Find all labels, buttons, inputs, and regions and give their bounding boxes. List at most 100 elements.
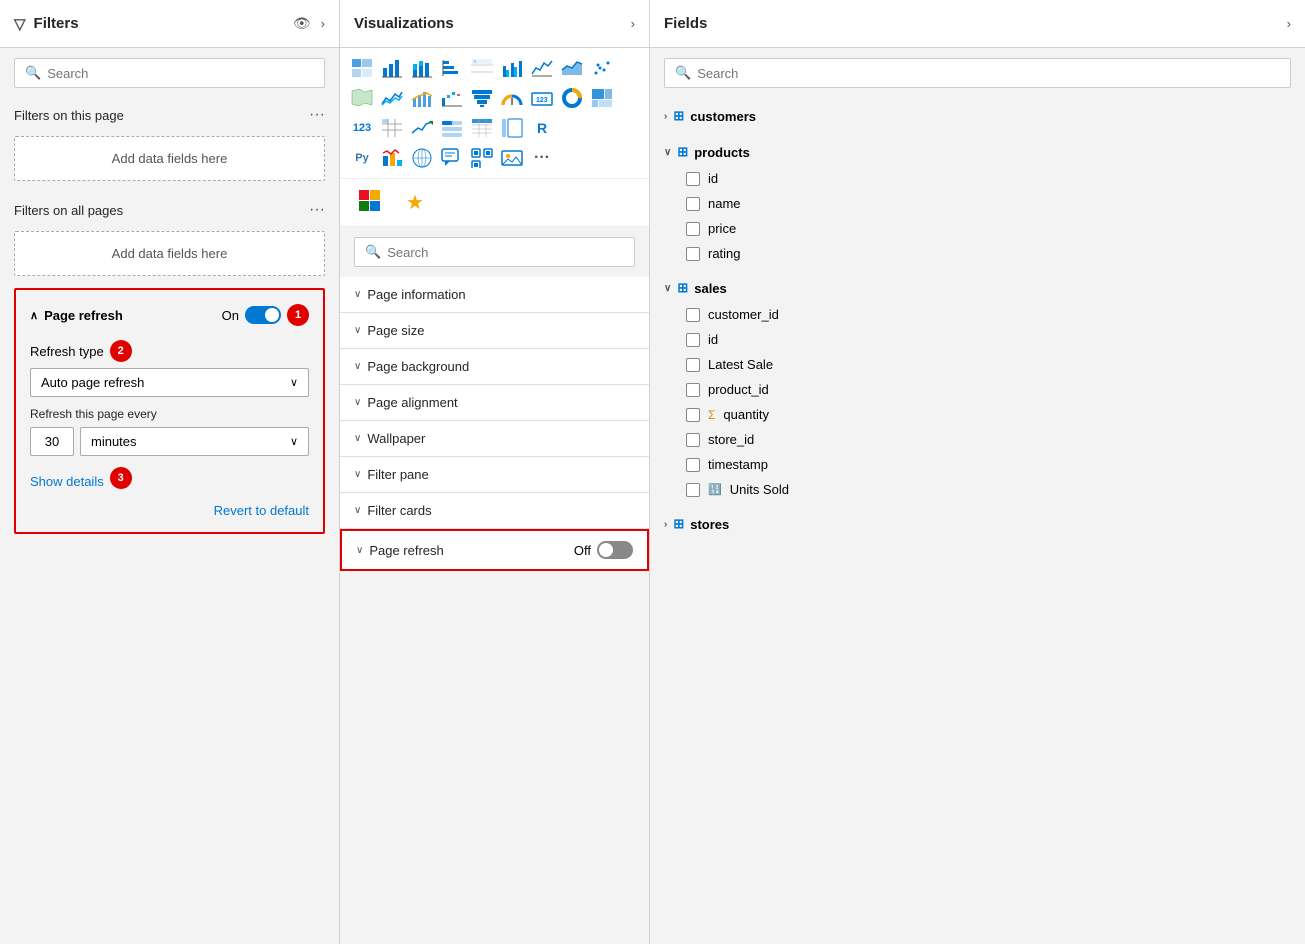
field-sales-customer-id-checkbox[interactable]	[686, 308, 700, 322]
viz-icon-bar[interactable]	[378, 54, 406, 82]
field-sales-latest-sale-checkbox[interactable]	[686, 358, 700, 372]
viz-icon-hbar[interactable]	[438, 54, 466, 82]
refresh-number-input[interactable]	[30, 427, 74, 456]
refresh-every-row: Refresh this page every minutes ∨	[30, 407, 309, 456]
field-sales-product-id-checkbox[interactable]	[686, 383, 700, 397]
field-sales-id[interactable]: id	[650, 327, 1305, 352]
field-sales-store-id[interactable]: store_id	[650, 427, 1305, 452]
field-products-id-checkbox[interactable]	[686, 172, 700, 186]
viz-icon-area[interactable]	[558, 54, 586, 82]
viz-search-input[interactable]	[387, 245, 624, 260]
viz-icon-donut[interactable]	[558, 84, 586, 112]
field-sales-customer-id[interactable]: customer_id	[650, 302, 1305, 327]
viz-icon-line-table[interactable]: ≡	[468, 54, 496, 82]
viz-icon-table2[interactable]	[468, 114, 496, 142]
format-section-page-align[interactable]: ∨ Page alignment	[340, 385, 649, 421]
field-sales-latest-sale[interactable]: Latest Sale	[650, 352, 1305, 377]
show-details-link[interactable]: Show details	[30, 474, 104, 489]
viz-icon-qr[interactable]	[468, 144, 496, 172]
viz-icon-python[interactable]: Py	[348, 144, 376, 172]
viz-icon-gauge[interactable]	[498, 84, 526, 112]
field-sales-units-sold-checkbox[interactable]	[686, 483, 700, 497]
viz-chevron-right-icon[interactable]: ›	[631, 16, 635, 31]
revert-to-default-link[interactable]: Revert to default	[30, 503, 309, 518]
viz-icon-chat[interactable]	[438, 144, 466, 172]
collapse-icon[interactable]: ∧	[30, 309, 38, 322]
viz-icon-line[interactable]	[528, 54, 556, 82]
viz-icon-table[interactable]	[348, 54, 376, 82]
refresh-type-select[interactable]: Auto page refresh ∨	[30, 368, 309, 397]
viz-icon-123[interactable]: 123	[348, 114, 376, 142]
chevron-right-stores-icon: ›	[664, 519, 667, 530]
field-sales-product-id[interactable]: product_id	[650, 377, 1305, 402]
page-refresh-viz-toggle-track[interactable]	[597, 541, 633, 559]
chevron-down-page-refresh-icon: ∨	[356, 545, 363, 556]
viz-icon-r[interactable]: R	[528, 114, 556, 142]
fields-search-box[interactable]: 🔍	[664, 58, 1291, 88]
viz-format-search[interactable]: 🔍	[354, 237, 635, 267]
viz-icon-stacked-bar[interactable]	[408, 54, 436, 82]
viz-icon-map[interactable]	[348, 84, 376, 112]
field-products-id[interactable]: id	[650, 166, 1305, 191]
viz-icon-combo[interactable]	[408, 84, 436, 112]
viz-icon-chart6[interactable]	[408, 144, 436, 172]
viz-icon-matrix2[interactable]	[498, 114, 526, 142]
field-products-name-checkbox[interactable]	[686, 197, 700, 211]
filters-on-all-drop[interactable]: Add data fields here	[14, 231, 325, 276]
dots-menu-icon[interactable]: ···	[309, 106, 325, 124]
field-sales-id-checkbox[interactable]	[686, 333, 700, 347]
format-section-page-info[interactable]: ∨ Page information	[340, 277, 649, 313]
field-products-price-checkbox[interactable]	[686, 222, 700, 236]
refresh-unit-select[interactable]: minutes ∨	[80, 427, 309, 456]
field-sales-quantity[interactable]: Σ quantity	[650, 402, 1305, 427]
format-section-page-refresh[interactable]: ∨ Page refresh Off	[340, 529, 649, 571]
fields-chevron-right-icon[interactable]: ›	[1287, 16, 1291, 31]
format-section-page-bg[interactable]: ∨ Page background	[340, 349, 649, 385]
page-refresh-viz-toggle[interactable]: Off	[574, 541, 633, 559]
field-sales-store-id-checkbox[interactable]	[686, 433, 700, 447]
viz-icon-clustered-bar[interactable]	[498, 54, 526, 82]
fields-group-products-header[interactable]: ∨ ⊞ products	[650, 138, 1305, 166]
chevron-down-filter-pane-icon: ∨	[354, 469, 361, 480]
viz-icon-matrix[interactable]	[378, 114, 406, 142]
format-section-wallpaper[interactable]: ∨ Wallpaper	[340, 421, 649, 457]
field-products-name[interactable]: name	[650, 191, 1305, 216]
viz-icon-funnel[interactable]	[468, 84, 496, 112]
fields-group-stores-header[interactable]: › ⊞ stores	[650, 510, 1305, 538]
format-section-page-refresh-label: ∨ Page refresh	[356, 543, 444, 558]
viz-tab-colorblocks[interactable]	[350, 185, 390, 220]
field-products-rating[interactable]: rating	[650, 241, 1305, 266]
field-products-price[interactable]: price	[650, 216, 1305, 241]
field-sales-timestamp[interactable]: timestamp	[650, 452, 1305, 477]
fields-group-customers-header[interactable]: › ⊞ customers	[650, 102, 1305, 130]
filters-search-box[interactable]: 🔍	[14, 58, 325, 88]
viz-icon-chart5[interactable]	[378, 144, 406, 172]
filters-search-input[interactable]	[47, 66, 314, 81]
chevron-right-icon[interactable]: ›	[321, 16, 325, 31]
viz-icon-line2[interactable]	[378, 84, 406, 112]
viz-icon-image[interactable]	[498, 144, 526, 172]
format-section-page-size[interactable]: ∨ Page size	[340, 313, 649, 349]
viz-icon-kpi[interactable]	[408, 114, 436, 142]
field-products-name-label: name	[708, 196, 741, 211]
field-sales-units-sold[interactable]: 🔢 Units Sold	[650, 477, 1305, 502]
fields-search-input[interactable]	[697, 66, 1280, 81]
field-products-rating-checkbox[interactable]	[686, 247, 700, 261]
viz-icon-more[interactable]: ···	[528, 144, 556, 172]
viz-icon-card[interactable]: 123	[528, 84, 556, 112]
field-sales-timestamp-checkbox[interactable]	[686, 458, 700, 472]
filters-on-page-drop[interactable]: Add data fields here	[14, 136, 325, 181]
fields-group-sales-header[interactable]: ∨ ⊞ sales	[650, 274, 1305, 302]
viz-icon-waterfall[interactable]	[438, 84, 466, 112]
viz-icon-scatter[interactable]	[588, 54, 616, 82]
dots-menu-all-icon[interactable]: ···	[309, 201, 325, 219]
format-section-filter-cards[interactable]: ∨ Filter cards	[340, 493, 649, 529]
viz-tab-star[interactable]: ★	[398, 186, 432, 219]
page-refresh-toggle[interactable]: On 1	[222, 304, 309, 326]
field-sales-quantity-checkbox[interactable]	[686, 408, 700, 422]
toggle-on-track[interactable]	[245, 306, 281, 324]
eye-icon[interactable]: 👁	[293, 15, 311, 32]
viz-icon-treemap[interactable]	[588, 84, 616, 112]
viz-icon-slicer[interactable]	[438, 114, 466, 142]
format-section-filter-pane[interactable]: ∨ Filter pane	[340, 457, 649, 493]
